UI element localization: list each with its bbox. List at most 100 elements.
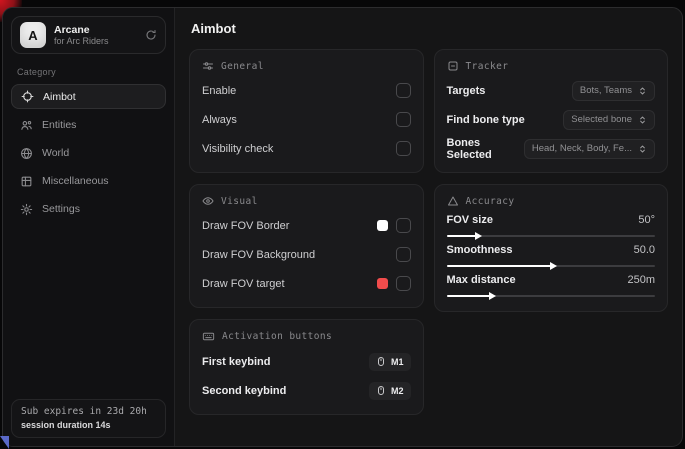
mouse-cursor	[0, 436, 9, 449]
sidebar-item-label: Settings	[42, 203, 80, 215]
mouse-icon	[376, 385, 386, 396]
tracker-card: Tracker Targets Bots, Teams	[434, 49, 669, 173]
slider-label: Max distance	[447, 274, 516, 286]
row-controls	[396, 247, 411, 262]
slider-thumb[interactable]	[550, 262, 557, 270]
always-checkbox[interactable]	[396, 112, 411, 127]
slider-head: Smoothness 50.0	[447, 244, 656, 256]
visual-card-header: Visual	[202, 195, 411, 207]
general-card: General Enable Always Visibility check	[189, 49, 424, 173]
slider-value: 50°	[638, 214, 655, 226]
activation-card-title: Activation buttons	[222, 331, 332, 342]
app-logo-letter: A	[28, 28, 37, 43]
slider-fov-size: FOV size 50°	[447, 214, 656, 237]
app-title-block: Arcane for Arc Riders	[54, 24, 137, 46]
visibility-check-checkbox[interactable]	[396, 141, 411, 156]
app-name: Arcane	[54, 24, 137, 36]
sidebar-item-miscellaneous[interactable]: Miscellaneous	[11, 169, 166, 193]
sidebar-item-label: Aimbot	[43, 91, 76, 103]
general-card-header: General	[202, 60, 411, 72]
app-window: A Arcane for Arc Riders Category Aim	[2, 7, 683, 447]
sub-expiry: Sub expires in 23d 20h	[21, 406, 156, 417]
chevron-up-down-icon	[638, 144, 647, 154]
bones-selected-dropdown[interactable]: Head, Neck, Body, Fe...	[524, 139, 655, 159]
scan-icon	[447, 60, 459, 72]
tracker-row-bones-selected: Bones Selected Head, Neck, Body, Fe...	[447, 136, 656, 161]
main-header: Aimbot	[175, 8, 682, 48]
refresh-icon[interactable]	[145, 29, 157, 41]
category-label: Category	[17, 67, 160, 77]
tracker-label: Bones Selected	[447, 137, 524, 161]
setting-row-fov-target: Draw FOV target	[202, 271, 411, 296]
accuracy-card-title: Accuracy	[466, 196, 515, 207]
gear-icon	[20, 203, 33, 216]
row-controls	[377, 218, 411, 233]
color-swatch-red[interactable]	[377, 278, 388, 289]
slider-value: 50.0	[634, 244, 655, 256]
color-swatch-white[interactable]	[377, 220, 388, 231]
sidebar-item-entities[interactable]: Entities	[11, 113, 166, 137]
slider-label: FOV size	[447, 214, 493, 226]
fov-border-checkbox[interactable]	[396, 218, 411, 233]
setting-label: Draw FOV target	[202, 278, 285, 290]
slider-max-distance: Max distance 250m	[447, 274, 656, 297]
dropdown-value: Selected bone	[571, 114, 632, 125]
entities-icon	[20, 119, 33, 132]
crosshair-icon	[21, 90, 34, 103]
setting-label: Draw FOV Border	[202, 220, 289, 232]
sidebar-nav: Aimbot Entities World	[11, 84, 166, 221]
fov-size-slider[interactable]	[447, 235, 656, 237]
tracker-row-targets: Targets Bots, Teams	[447, 78, 656, 103]
setting-row-fov-background: Draw FOV Background	[202, 242, 411, 267]
setting-label: Enable	[202, 85, 236, 97]
mouse-icon	[376, 356, 386, 367]
slider-label: Smoothness	[447, 244, 513, 256]
fov-background-checkbox[interactable]	[396, 247, 411, 262]
dropdown-value: Bots, Teams	[580, 85, 632, 96]
sidebar-item-world[interactable]: World	[11, 141, 166, 165]
keyboard-icon	[202, 330, 215, 343]
keybind-label: Second keybind	[202, 385, 286, 397]
row-controls	[377, 276, 411, 291]
first-keybind-button[interactable]: M1	[369, 353, 411, 371]
slider-thumb[interactable]	[475, 232, 482, 240]
app-logo-card: A Arcane for Arc Riders	[11, 16, 166, 54]
sidebar-item-aimbot[interactable]: Aimbot	[11, 84, 166, 109]
activation-card: Activation buttons First keybind M1	[189, 319, 424, 415]
setting-row-visibility-check: Visibility check	[202, 136, 411, 161]
triangle-icon	[447, 195, 459, 207]
targets-dropdown[interactable]: Bots, Teams	[572, 81, 655, 101]
enable-checkbox[interactable]	[396, 83, 411, 98]
sidebar-item-label: Entities	[42, 119, 76, 131]
right-column: Tracker Targets Bots, Teams	[434, 49, 669, 312]
sliders-icon	[202, 60, 214, 72]
sidebar: A Arcane for Arc Riders Category Aim	[3, 8, 175, 446]
activation-card-header: Activation buttons	[202, 330, 411, 343]
visual-card-title: Visual	[221, 196, 258, 207]
fov-target-checkbox[interactable]	[396, 276, 411, 291]
accuracy-card: Accuracy FOV size 50°	[434, 184, 669, 312]
setting-row-fov-border: Draw FOV Border	[202, 213, 411, 238]
page-title: Aimbot	[191, 21, 666, 36]
second-keybind-button[interactable]: M2	[369, 382, 411, 400]
max-distance-slider[interactable]	[447, 295, 656, 297]
setting-label: Always	[202, 114, 237, 126]
smoothness-slider[interactable]	[447, 265, 656, 267]
accuracy-card-header: Accuracy	[447, 195, 656, 207]
setting-row-always: Always	[202, 107, 411, 132]
slider-thumb[interactable]	[489, 292, 496, 300]
sidebar-item-settings[interactable]: Settings	[11, 197, 166, 221]
setting-label: Draw FOV Background	[202, 249, 315, 261]
bone-type-dropdown[interactable]: Selected bone	[563, 110, 655, 130]
slider-head: Max distance 250m	[447, 274, 656, 286]
left-column: General Enable Always Visibility check	[189, 49, 424, 415]
slider-head: FOV size 50°	[447, 214, 656, 226]
session-duration: session duration 14s	[21, 420, 156, 430]
tracker-label: Targets	[447, 85, 486, 97]
dropdown-value: Head, Neck, Body, Fe...	[532, 143, 632, 154]
chevron-up-down-icon	[638, 115, 647, 125]
app-logo: A	[20, 22, 46, 48]
tracker-label: Find bone type	[447, 114, 525, 126]
keybind-row-second: Second keybind M2	[202, 378, 411, 403]
app-tagline: for Arc Riders	[54, 36, 137, 46]
